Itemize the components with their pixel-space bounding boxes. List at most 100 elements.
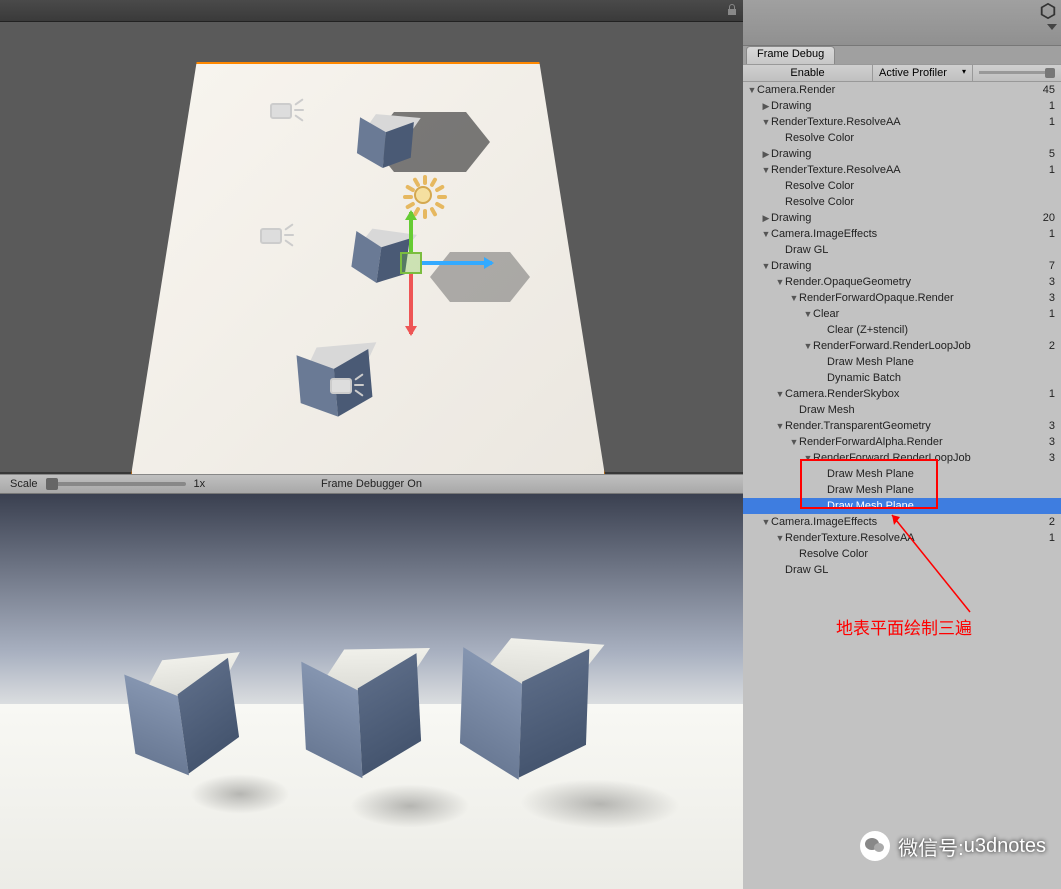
frame-slider[interactable] [973, 65, 1061, 81]
tree-row[interactable]: RenderForward.RenderLoopJob 2 [743, 338, 1061, 354]
tree-label: Drawing [771, 100, 811, 112]
expand-icon[interactable] [803, 453, 813, 463]
expand-icon[interactable] [761, 101, 771, 112]
expand-icon[interactable] [761, 517, 771, 527]
spotlight-icon[interactable] [270, 97, 302, 129]
expand-icon[interactable] [803, 309, 813, 319]
dropdown-icon[interactable] [1047, 24, 1057, 35]
tree-row[interactable]: Resolve Color [743, 130, 1061, 146]
expand-icon[interactable] [761, 149, 771, 160]
tree-row[interactable]: Drawing 7 [743, 258, 1061, 274]
x-axis-handle[interactable] [422, 261, 492, 265]
scene-view[interactable] [0, 0, 743, 472]
tree-row[interactable]: Render.TransparentGeometry 3 [743, 418, 1061, 434]
tree-row[interactable]: Dynamic Batch [743, 370, 1061, 386]
y-axis-handle[interactable] [409, 212, 413, 252]
expand-icon[interactable] [789, 293, 799, 303]
expand-icon[interactable] [775, 277, 785, 287]
tree-label: Draw Mesh Plane [827, 468, 914, 480]
z-axis-handle[interactable] [409, 274, 413, 334]
tree-row[interactable]: Drawing1 [743, 98, 1061, 114]
expand-icon[interactable] [761, 165, 771, 175]
tree-label: RenderForwardOpaque.Render [799, 292, 954, 304]
tree-label: Render.OpaqueGeometry [785, 276, 911, 288]
tree-count: 3 [1049, 436, 1055, 448]
draw-call-tree[interactable]: Camera.Render45Drawing1RenderTexture.Res… [743, 82, 1061, 578]
tree-label: Draw GL [785, 564, 828, 576]
expand-icon[interactable] [775, 421, 785, 431]
tree-count: 20 [1043, 212, 1055, 224]
enable-button[interactable]: Enable [743, 65, 873, 81]
unity-icon [1039, 2, 1057, 20]
tree-row[interactable]: Drawing20 [743, 210, 1061, 226]
tree-count: 3 [1049, 292, 1055, 304]
tree-row[interactable]: Resolve Color [743, 178, 1061, 194]
tree-count: 45 [1043, 84, 1055, 96]
tree-label: RenderTexture.ResolveAA [771, 164, 901, 176]
scale-label: Scale [10, 478, 38, 490]
tree-row[interactable]: Clear1 [743, 306, 1061, 322]
tree-count: 5 [1049, 148, 1055, 160]
spotlight-icon[interactable] [330, 372, 362, 404]
tree-count: 7 [1049, 260, 1055, 272]
expand-icon[interactable] [789, 437, 799, 447]
tree-label: Camera.Render [757, 84, 835, 96]
inspector-header [743, 0, 1061, 46]
tree-row[interactable]: RenderTexture.ResolveAA1 [743, 162, 1061, 178]
expand-icon[interactable] [761, 117, 771, 127]
tree-label: Render.TransparentGeometry [785, 420, 931, 432]
cube-object[interactable] [356, 113, 415, 172]
wechat-icon [860, 831, 890, 861]
frame-debug-toolbar: Enable Active Profiler [743, 64, 1061, 82]
tree-row[interactable]: Draw Mesh Plane [743, 354, 1061, 370]
expand-icon[interactable] [775, 533, 785, 543]
expand-icon[interactable] [747, 85, 757, 95]
expand-icon[interactable] [775, 389, 785, 399]
tree-label: Draw GL [785, 244, 828, 256]
tree-label: Camera.ImageEffects [771, 228, 877, 240]
expand-icon[interactable] [761, 213, 771, 224]
tree-row[interactable]: Camera.RenderSkybox1 [743, 386, 1061, 402]
transform-gizmo[interactable] [400, 252, 422, 274]
tree-label: RenderForwardAlpha.Render [799, 436, 943, 448]
tree-row[interactable]: RenderTexture.ResolveAA1 [743, 114, 1061, 130]
tree-label: RenderForward.RenderLoopJob [813, 452, 971, 464]
tree-row[interactable]: Drawing 5 [743, 146, 1061, 162]
tree-count: 1 [1049, 228, 1055, 240]
tree-row[interactable]: Render.OpaqueGeometry 3 [743, 274, 1061, 290]
expand-icon[interactable] [761, 261, 771, 271]
tree-row[interactable]: RenderForwardAlpha.Render 3 [743, 434, 1061, 450]
right-panel: Frame Debug Enable Active Profiler Camer… [743, 0, 1061, 889]
tree-count: 2 [1049, 340, 1055, 352]
tree-label: Drawing [771, 148, 811, 160]
tree-label: Resolve Color [799, 548, 868, 560]
scale-slider[interactable] [46, 482, 186, 486]
tree-count: 3 [1049, 276, 1055, 288]
expand-icon[interactable] [761, 229, 771, 239]
tree-row[interactable]: RenderForward.RenderLoopJob3 [743, 450, 1061, 466]
tree-row[interactable]: Clear (Z+stencil) [743, 322, 1061, 338]
tree-label: Draw Mesh [799, 404, 855, 416]
tree-row[interactable]: Draw Mesh Plane [743, 466, 1061, 482]
tree-label: RenderForward.RenderLoopJob [813, 340, 971, 352]
tree-row[interactable]: Camera.ImageEffects 1 [743, 226, 1061, 242]
game-view[interactable] [0, 494, 743, 889]
tree-row[interactable]: Draw Mesh [743, 402, 1061, 418]
tree-row[interactable]: Draw Mesh Plane [743, 482, 1061, 498]
tree-row[interactable]: Draw GL [743, 242, 1061, 258]
scene-viewport[interactable] [0, 22, 743, 472]
tree-count: 1 [1049, 388, 1055, 400]
tree-row[interactable]: Camera.Render 45 [743, 82, 1061, 98]
spotlight-icon[interactable] [260, 222, 292, 254]
watermark-id: u3dnotes [964, 835, 1046, 858]
profiler-dropdown[interactable]: Active Profiler [873, 65, 973, 81]
tree-label: Resolve Color [785, 180, 854, 192]
center-handle[interactable] [400, 252, 422, 274]
tab-frame-debug[interactable]: Frame Debug [746, 46, 835, 64]
tree-row[interactable]: Resolve Color [743, 194, 1061, 210]
tree-label: Camera.ImageEffects [771, 516, 877, 528]
tree-label: Drawing [771, 260, 811, 272]
tree-row[interactable]: RenderForwardOpaque.Render 3 [743, 290, 1061, 306]
tree-count: 3 [1049, 420, 1055, 432]
expand-icon[interactable] [803, 341, 813, 351]
